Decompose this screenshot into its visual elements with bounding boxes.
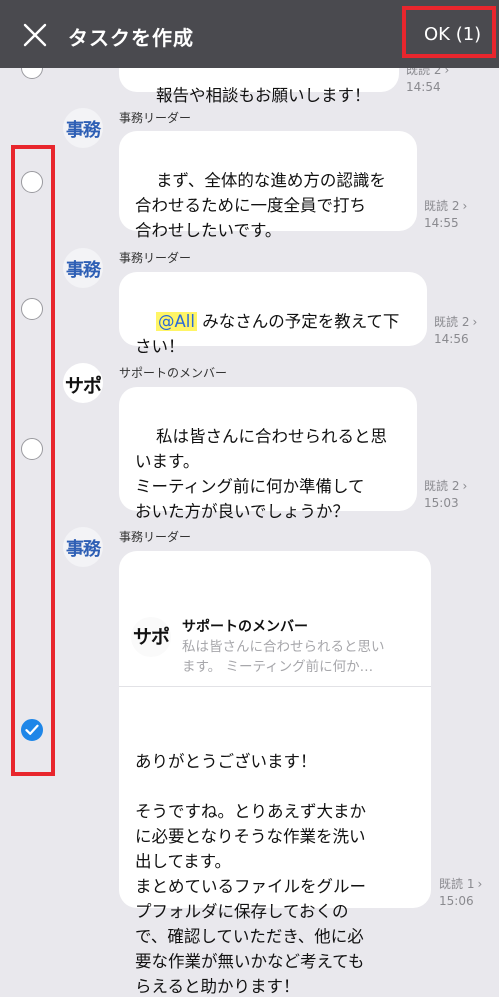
check-icon xyxy=(25,724,39,735)
avatar-label: 事務 xyxy=(66,539,101,560)
chevron-right-icon: › xyxy=(462,199,468,213)
message-time: 14:56 xyxy=(434,332,469,346)
avatar[interactable]: サポ xyxy=(63,363,103,403)
message-text: 私は皆さんに合わせられると思 います。 ミーティング前に何か準備して おいた方が… xyxy=(135,427,387,521)
message-meta: 既読 1 › 15:06 xyxy=(439,876,482,910)
select-radio-message-3[interactable] xyxy=(21,298,43,320)
message-meta: 既読 2 › 15:03 xyxy=(424,478,467,512)
message-bubble: @All みなさんの予定を教えて下 さい！ xyxy=(119,272,427,356)
chevron-right-icon: › xyxy=(472,315,478,329)
quoted-avatar-label: サポ xyxy=(132,626,170,648)
sender-name: 事務リーダー xyxy=(119,251,192,265)
reply-message-bubble: サポ サポートのメンバー 私は皆さんに合わせられると思い ます。 ミーティング前… xyxy=(119,551,431,996)
message-text: まず、全体的な進め方の認識を 合わせるために一度全員で打ち 合わせしたいです。 xyxy=(135,171,386,240)
page-title: タスクを作成 xyxy=(68,26,194,50)
message-text: ありがとうございます！ そうですね。とりあえず大まか に必要となりそうな作業を洗… xyxy=(135,752,366,996)
message-time: 15:03 xyxy=(424,496,459,510)
chevron-right-icon: › xyxy=(462,479,468,493)
select-radio-message-4[interactable] xyxy=(21,438,43,460)
quoted-avatar: サポ xyxy=(131,617,171,657)
avatar-label: 事務 xyxy=(66,120,101,141)
chevron-right-icon: › xyxy=(477,877,483,891)
ok-button[interactable]: OK (1) xyxy=(424,24,481,45)
mention-all[interactable]: @All xyxy=(155,312,197,331)
sender-name: 事務リーダー xyxy=(119,111,192,125)
message-bubble: まず、全体的な進め方の認識を 合わせるために一度全員で打ち 合わせしたいです。 xyxy=(119,131,417,240)
message-meta: 既読 2 › 14:56 xyxy=(434,314,477,348)
message-meta: 既読 2 › 14:55 xyxy=(424,198,467,232)
avatar[interactable]: 事務 xyxy=(63,108,103,148)
avatar-label: サポ xyxy=(64,375,102,397)
quoted-message[interactable]: サポ サポートのメンバー 私は皆さんに合わせられると思い ます。 ミーティング前… xyxy=(119,601,431,687)
read-count: 既読 2 xyxy=(424,479,460,493)
avatar[interactable]: 事務 xyxy=(63,527,103,567)
avatar-label: 事務 xyxy=(66,260,101,281)
top-bar: タスクを作成 OK (1) xyxy=(0,0,499,68)
read-count: 既読 1 xyxy=(439,877,475,891)
message-text: 報告や相談もお願いします！ xyxy=(155,86,371,105)
select-radio-message-5[interactable] xyxy=(21,719,43,741)
message-time: 15:06 xyxy=(439,894,474,908)
sender-name: サポートのメンバー xyxy=(119,366,228,380)
avatar[interactable]: 事務 xyxy=(63,248,103,288)
sender-name: 事務リーダー xyxy=(119,530,192,544)
select-radio-message-2[interactable] xyxy=(21,171,43,193)
read-count: 既読 2 xyxy=(434,315,470,329)
chat-list[interactable]: 報告や相談もお願いします！ 既読 2 › 14:54 事務 事務リーダー まず、全… xyxy=(0,0,499,997)
message-time: 14:55 xyxy=(424,216,459,230)
quoted-text: 私は皆さんに合わせられると思い ます。 ミーティング前に何か… xyxy=(182,639,385,675)
close-icon xyxy=(23,23,47,47)
message-bubble: 私は皆さんに合わせられると思 います。 ミーティング前に何か準備して おいた方が… xyxy=(119,387,417,521)
read-count: 既読 2 xyxy=(424,199,460,213)
message-time: 14:54 xyxy=(406,80,441,94)
close-button[interactable] xyxy=(20,20,50,50)
